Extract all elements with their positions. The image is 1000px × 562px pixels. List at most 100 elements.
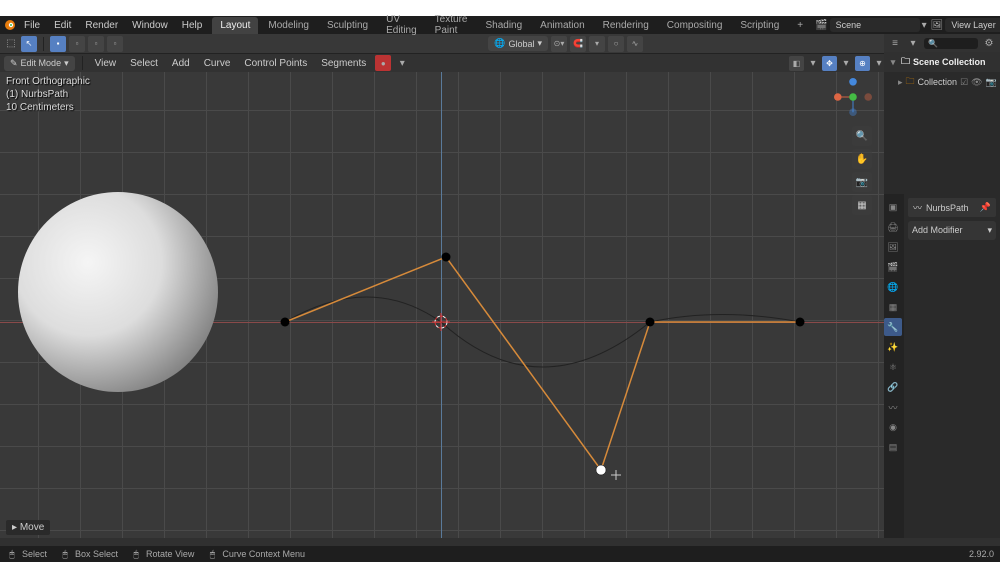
curve-icon: 〰: [913, 201, 922, 214]
outliner-display-icon[interactable]: ▾: [906, 36, 920, 50]
viewlayer-name-field[interactable]: View Layer: [945, 18, 1000, 32]
dd2-icon[interactable]: ▾: [839, 56, 853, 70]
workspace-tab-animation[interactable]: Animation: [532, 17, 592, 34]
select-all-icon[interactable]: ▫: [107, 36, 123, 52]
workspace-tab-rendering[interactable]: Rendering: [595, 17, 657, 34]
orientation-dropdown[interactable]: 🌐 Global ▾: [488, 36, 548, 51]
curve-overlay: [0, 72, 884, 538]
workspace-tab-layout[interactable]: Layout: [212, 17, 258, 34]
pivot-dropdown-icon[interactable]: ⊙▾: [551, 36, 567, 52]
gizmo-toggle-icon[interactable]: ✥: [822, 56, 837, 71]
properties-breadcrumb[interactable]: 〰 NurbsPath 📌: [908, 198, 996, 217]
viewlayer-browse-icon[interactable]: 🖼: [931, 18, 944, 32]
status-box: 🖱Box Select: [59, 548, 118, 560]
select-face-icon[interactable]: ▫: [88, 36, 104, 52]
perspective-toggle-icon[interactable]: ▦: [852, 195, 872, 215]
editor-type-icon[interactable]: ⬚: [4, 37, 18, 51]
workspace-tab-uvediting[interactable]: UV Editing: [378, 11, 425, 39]
workspace-tab-modeling[interactable]: Modeling: [260, 17, 317, 34]
prop-tab-texture[interactable]: ▤: [884, 438, 902, 456]
proportional-dropdown-icon[interactable]: ∿: [627, 36, 643, 52]
camera-view-icon[interactable]: 📷: [852, 172, 872, 192]
version-label: 2.92.0: [969, 549, 994, 559]
hide-viewport-icon[interactable]: 👁: [971, 77, 982, 88]
overlay-selectability-icon[interactable]: ◧: [789, 56, 804, 71]
pin-icon[interactable]: 📌: [980, 202, 991, 213]
select-edge-icon[interactable]: ▫: [69, 36, 85, 52]
status-rotate: 🖱Rotate View: [130, 548, 194, 560]
menu-select[interactable]: Select: [125, 56, 163, 71]
scene-browse-icon[interactable]: 🎬: [815, 18, 827, 32]
workspace-tab-sculpting[interactable]: Sculpting: [319, 17, 376, 34]
prop-tab-material[interactable]: ◉: [884, 418, 902, 436]
viewport-info-scale: 10 Centimeters: [6, 101, 90, 114]
operator-hint[interactable]: ▸ Move: [6, 520, 50, 535]
cursor-tool-icon[interactable]: ↖: [21, 36, 37, 52]
dd1-icon[interactable]: ▾: [806, 56, 820, 70]
right-panel: ≡ ▾ 🔍 ⚙ ▾ 🗀 Scene Collection ▸ 🗀 Collect…: [884, 34, 1000, 538]
overlay-toggle-icon[interactable]: ⊕: [855, 56, 870, 71]
prop-tab-constraints[interactable]: 🔗: [884, 378, 902, 396]
expand-icon[interactable]: ▸: [898, 77, 903, 88]
viewport-info-object: (1) NurbsPath: [6, 88, 90, 101]
nav-gizmo[interactable]: [834, 78, 872, 116]
mouse-right-icon: 🖱: [206, 548, 218, 560]
outliner-search[interactable]: 🔍: [924, 38, 978, 49]
outliner-panel: ≡ ▾ 🔍 ⚙ ▾ 🗀 Scene Collection ▸ 🗀 Collect…: [884, 34, 1000, 194]
select-vertex-icon[interactable]: ▪: [50, 36, 66, 52]
record-icon[interactable]: ●: [375, 55, 391, 71]
outliner-filter-icon[interactable]: ⚙: [982, 36, 996, 50]
workspace-tab-shading[interactable]: Shading: [477, 17, 530, 34]
snap-dropdown-icon[interactable]: ▾: [589, 36, 605, 52]
menu-curve[interactable]: Curve: [199, 56, 236, 71]
exclude-checkbox-icon[interactable]: ☑: [960, 77, 968, 88]
mode-dropdown[interactable]: ✎ Edit Mode ▾: [4, 56, 75, 71]
menu-help[interactable]: Help: [176, 18, 209, 33]
prop-tab-scene[interactable]: 🎬: [884, 258, 902, 276]
disable-render-icon[interactable]: 📷: [986, 77, 997, 88]
viewport-area[interactable]: Front Orthographic (1) NurbsPath 10 Cent…: [0, 72, 884, 538]
window-titlebar: [0, 0, 1000, 16]
viewport-info: Front Orthographic (1) NurbsPath 10 Cent…: [6, 75, 90, 114]
workspace-tab-texturepaint[interactable]: Texture Paint: [427, 11, 476, 39]
prop-tab-object[interactable]: ▦: [884, 298, 902, 316]
status-select: 🖱Select: [6, 548, 47, 560]
prop-tab-data[interactable]: 〰: [884, 398, 902, 416]
status-bar: 🖱Select 🖱Box Select 🖱Rotate View 🖱Curve …: [0, 546, 1000, 562]
collapse-icon[interactable]: ▾: [888, 57, 898, 68]
viewport-header-2: ✎ Edit Mode ▾ View Select Add Curve Cont…: [0, 54, 1000, 72]
pan-tool-icon[interactable]: ✋: [852, 149, 872, 169]
menu-render[interactable]: Render: [79, 18, 124, 33]
prop-tab-world[interactable]: 🌐: [884, 278, 902, 296]
outliner-header: ≡ ▾ 🔍 ⚙: [884, 34, 1000, 52]
outliner-editor-icon[interactable]: ≡: [888, 36, 902, 50]
prop-tab-viewlayer[interactable]: 🖼: [884, 238, 902, 256]
menu-edit[interactable]: Edit: [48, 18, 77, 33]
menu-view[interactable]: View: [90, 56, 122, 71]
prop-tab-render[interactable]: ▣: [884, 198, 902, 216]
prop-tab-particles[interactable]: ✨: [884, 338, 902, 356]
prop-tab-modifier[interactable]: 🔧: [884, 318, 902, 336]
menu-controlpoints[interactable]: Control Points: [239, 56, 312, 71]
workspace-tab-compositing[interactable]: Compositing: [659, 17, 731, 34]
zoom-tool-icon[interactable]: 🔍: [852, 126, 872, 146]
scene-new-icon[interactable]: ▾: [922, 18, 927, 32]
workspace-tab-add[interactable]: +: [789, 17, 811, 34]
prop-tab-physics[interactable]: ⚛: [884, 358, 902, 376]
collection-icon: 🗀: [906, 74, 915, 90]
menu-add[interactable]: Add: [167, 56, 195, 71]
add-modifier-button[interactable]: Add Modifier ▾: [908, 221, 996, 240]
scene-name-field[interactable]: Scene: [830, 18, 920, 32]
options-dropdown-icon[interactable]: ▾: [395, 56, 409, 70]
viewport-info-projection: Front Orthographic: [6, 75, 90, 88]
menu-segments[interactable]: Segments: [316, 56, 371, 71]
menu-file[interactable]: File: [18, 18, 46, 33]
outliner-collection[interactable]: ▸ 🗀 Collection ☑ 👁 📷: [884, 72, 1000, 92]
outliner-scene-collection[interactable]: ▾ 🗀 Scene Collection: [884, 52, 1000, 72]
menu-window[interactable]: Window: [126, 18, 174, 33]
blender-logo-icon: [4, 18, 16, 32]
prop-tab-output[interactable]: 🖨: [884, 218, 902, 236]
snap-toggle-icon[interactable]: 🧲: [570, 36, 586, 52]
workspace-tab-scripting[interactable]: Scripting: [732, 17, 787, 34]
proportional-toggle-icon[interactable]: ○: [608, 36, 624, 52]
